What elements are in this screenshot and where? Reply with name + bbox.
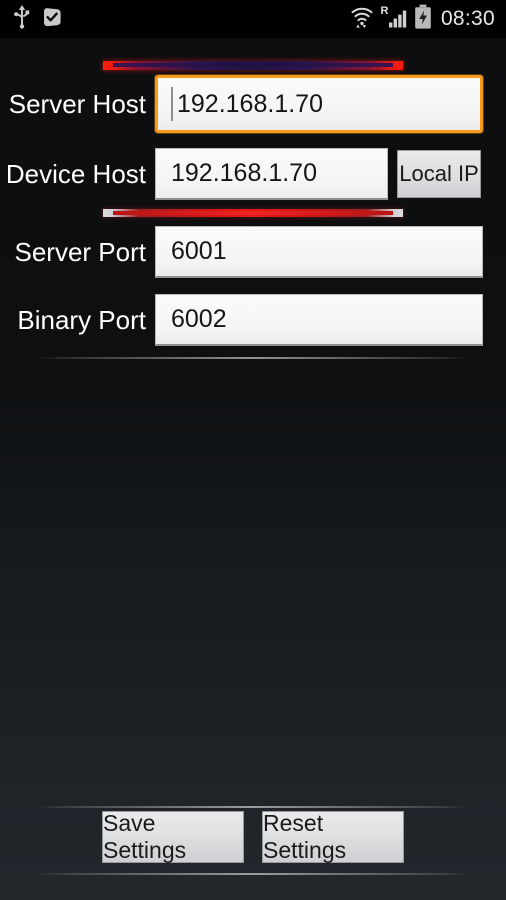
divider-below-buttons	[38, 873, 468, 875]
label-server-host: Server Host	[8, 89, 146, 119]
label-binary-port: Binary Port	[17, 305, 146, 335]
wifi-icon	[350, 4, 374, 35]
save-settings-button[interactable]: Save Settings	[102, 810, 244, 863]
device-host-input[interactable]: 192.168.1.70	[155, 148, 388, 200]
label-server-port: Server Port	[14, 237, 147, 267]
row-server-port: Server Port 6001	[0, 226, 506, 278]
label-device-host: Device Host	[5, 159, 146, 189]
action-button-bar: Save Settings Reset Settings	[0, 810, 506, 863]
server-port-value: 6001	[171, 237, 227, 265]
server-host-input[interactable]: 192.168.1.70	[155, 75, 483, 133]
usb-icon	[12, 4, 32, 34]
reset-settings-button[interactable]: Reset Settings	[262, 810, 404, 863]
local-ip-button[interactable]: Local IP	[397, 150, 481, 198]
decorative-bar-top	[103, 61, 403, 70]
status-bar-clock: 08:30	[440, 7, 495, 30]
battery-charging-icon	[414, 4, 432, 35]
decorative-bar-middle	[103, 209, 403, 217]
status-bar-right-icons: R 08:30	[350, 4, 506, 35]
divider-below-form	[38, 357, 468, 359]
device-host-value: 192.168.1.70	[171, 159, 317, 187]
check-badge-icon	[41, 6, 63, 33]
binary-port-input[interactable]: 6002	[155, 294, 483, 346]
divider-above-buttons	[38, 806, 468, 808]
svg-text:R: R	[380, 5, 388, 17]
text-caret	[171, 87, 173, 121]
server-host-value: 192.168.1.70	[177, 89, 323, 118]
roaming-signal-icon: R	[380, 4, 408, 35]
row-binary-port: Binary Port 6002	[0, 294, 506, 346]
row-server-host: Server Host 192.168.1.70	[0, 75, 506, 133]
app-screen: R 08:30 Server Host 192.168.1.70 Device …	[0, 0, 506, 900]
status-bar-left-icons	[0, 4, 63, 34]
server-port-input[interactable]: 6001	[155, 226, 483, 278]
status-bar: R 08:30	[0, 0, 506, 38]
binary-port-value: 6002	[171, 305, 227, 333]
